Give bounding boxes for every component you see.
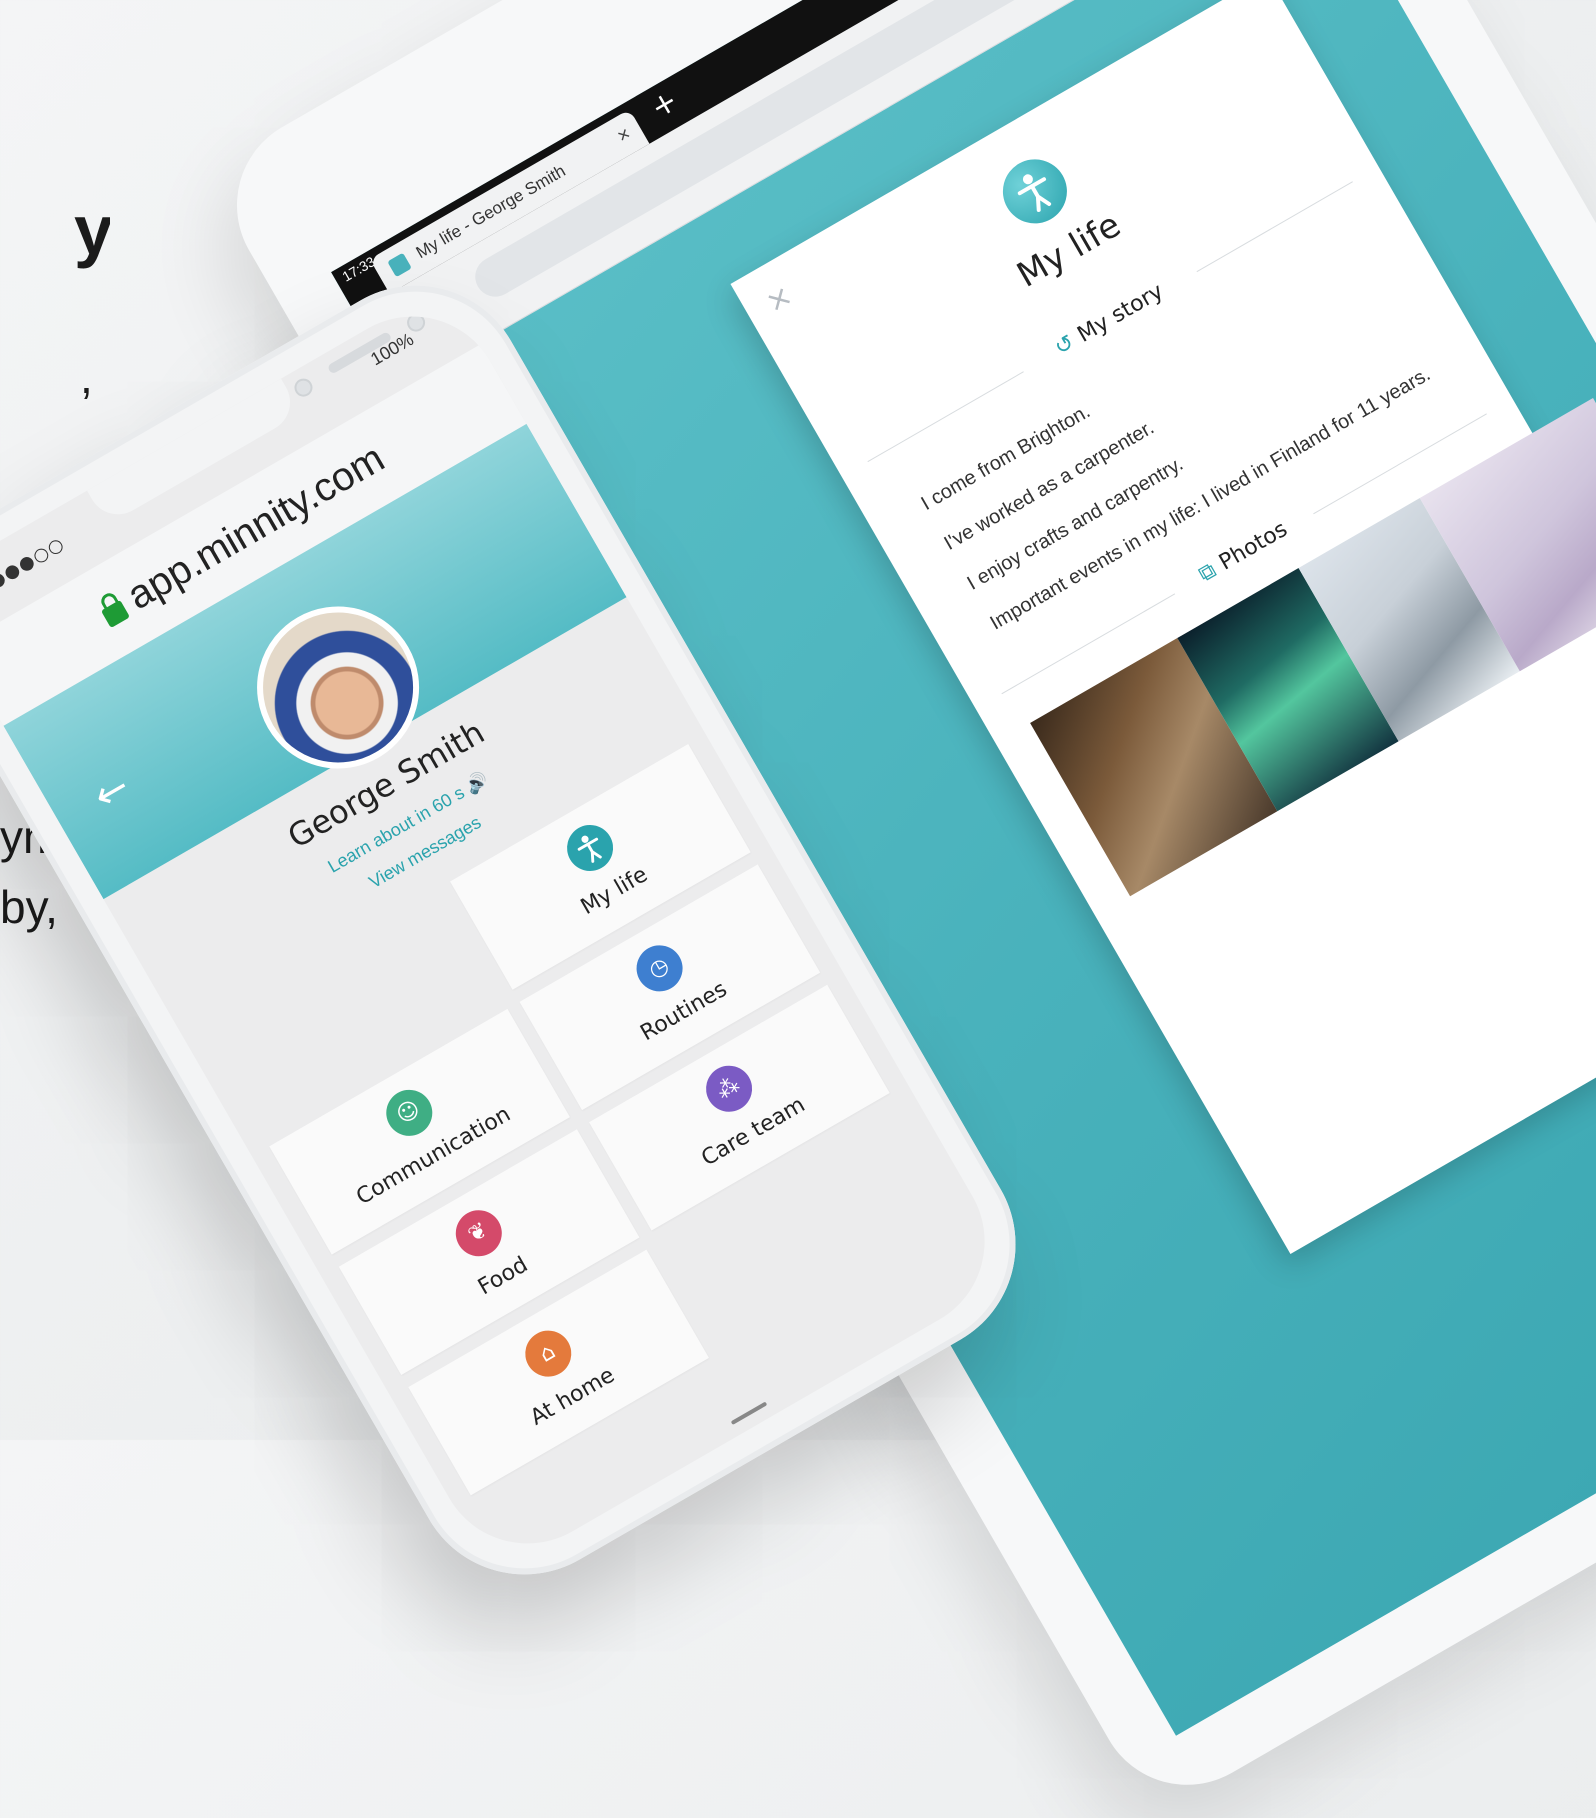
house-icon: ⌂ (516, 1322, 580, 1386)
network-icon: ⁂ (697, 1057, 761, 1121)
signal-icon: ●●●○○ (0, 532, 69, 593)
lock-icon (100, 599, 130, 629)
status-time: 17:33 (339, 253, 378, 285)
front-camera (291, 375, 316, 400)
slide-text: , (80, 351, 93, 403)
person-icon (558, 816, 622, 880)
close-tab-icon[interactable]: × (609, 115, 639, 155)
battery-status: 100% (367, 328, 418, 370)
apple-icon: ❦ (446, 1202, 510, 1265)
favicon-icon (387, 252, 412, 278)
close-icon[interactable]: × (760, 278, 799, 321)
slide-text: by, (0, 881, 58, 933)
tile-label: At home (526, 1362, 619, 1431)
new-tab-button[interactable]: + (645, 83, 684, 126)
home-indicator[interactable] (730, 1401, 768, 1425)
photos-icon: ⧉ (1194, 557, 1221, 588)
chat-faces-icon: ☺ (377, 1081, 441, 1145)
history-icon: ↺ (1050, 330, 1079, 362)
slide-text: y (74, 191, 110, 269)
speaker-icon: 🔊 (462, 768, 492, 798)
tile-label: Care team (697, 1092, 810, 1172)
person-icon (991, 147, 1079, 236)
clock-icon: ◷ (627, 937, 691, 1001)
